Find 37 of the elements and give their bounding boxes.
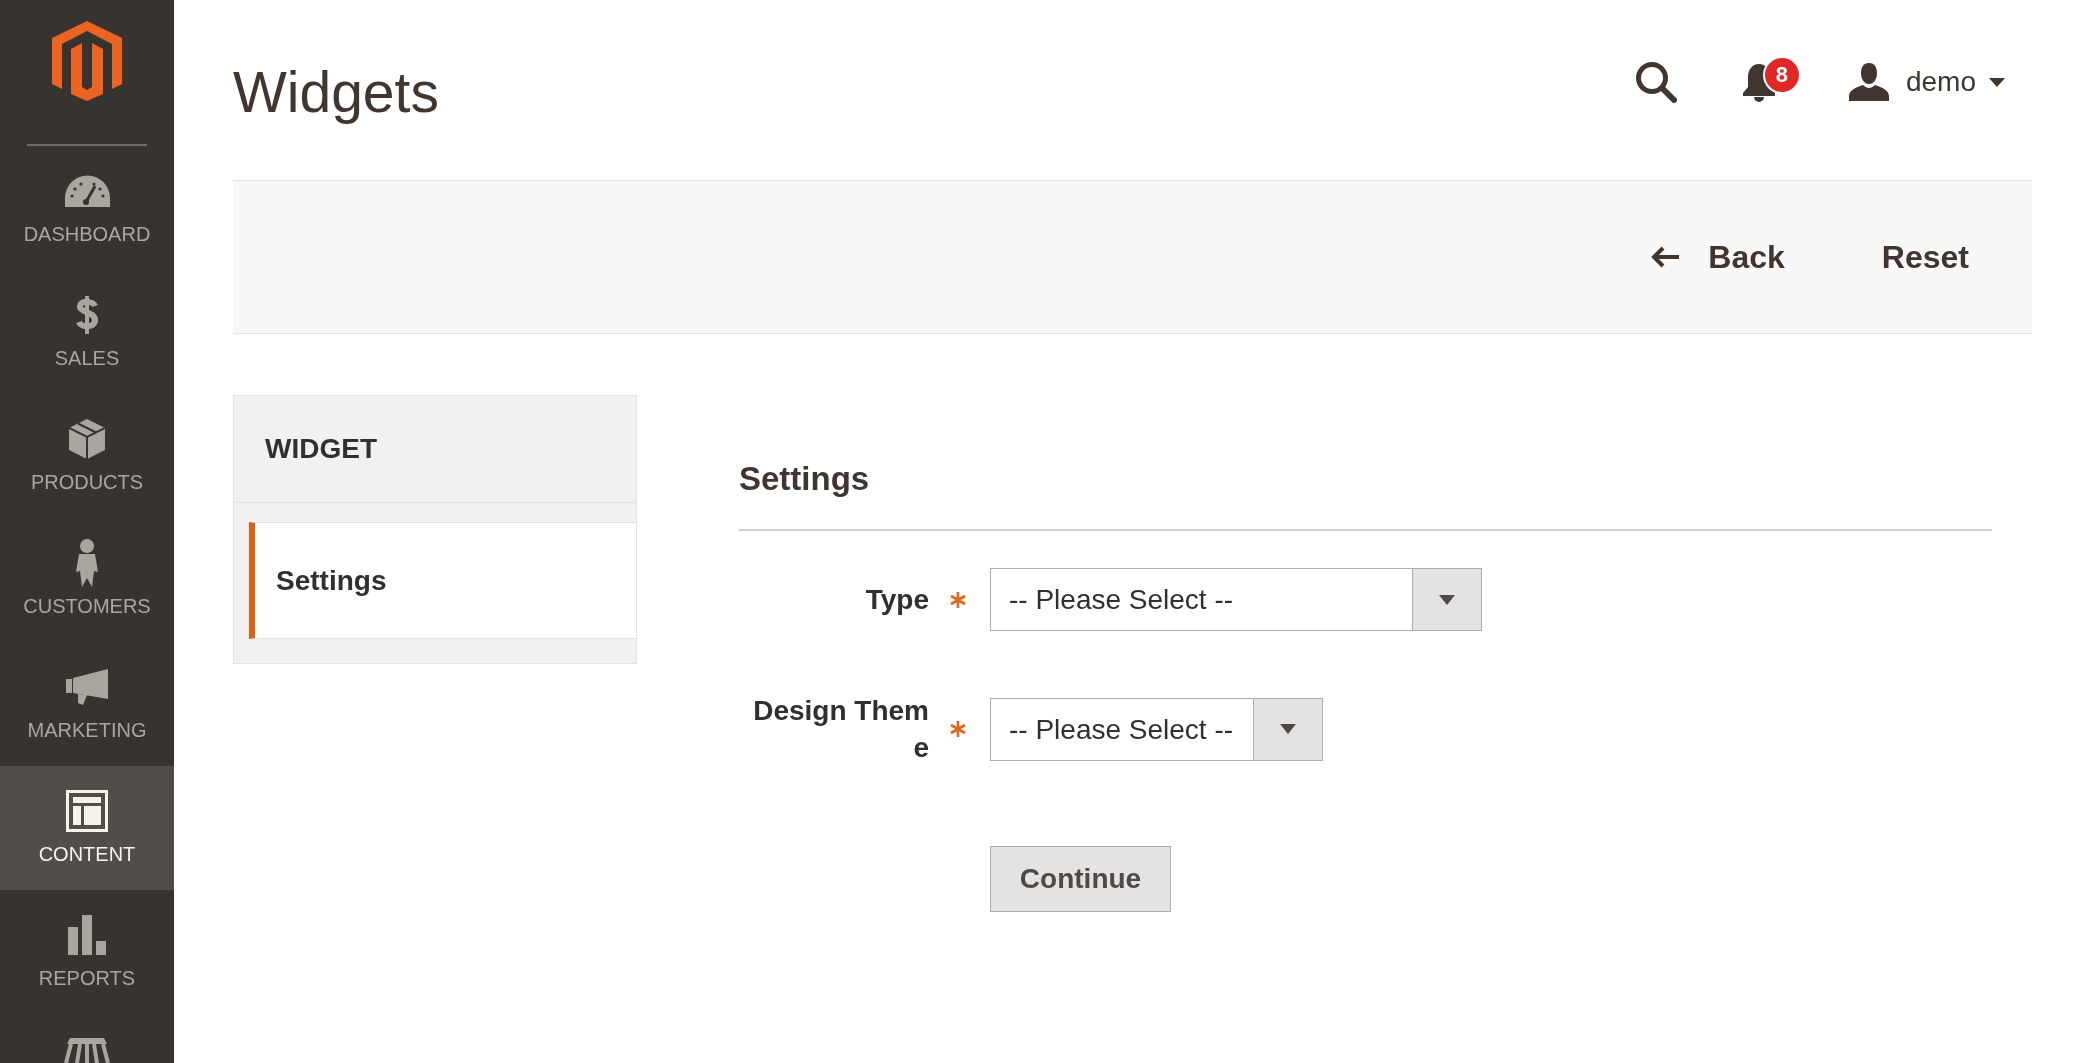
dollar-icon bbox=[75, 295, 99, 335]
sidebar-item[interactable]: PRODUCTS bbox=[0, 394, 174, 518]
notification-badge: 8 bbox=[1764, 58, 1799, 92]
nav-title: WIDGET bbox=[265, 433, 377, 465]
page-title: Widgets bbox=[233, 58, 439, 126]
arrow-left-icon bbox=[1650, 245, 1681, 269]
sidebar-item[interactable]: SALES bbox=[0, 270, 174, 394]
dropdown-toggle[interactable] bbox=[1412, 569, 1481, 630]
user-menu-button[interactable]: demo bbox=[1848, 63, 2005, 101]
awning-icon bbox=[63, 1038, 111, 1063]
caret-icon bbox=[1280, 724, 1296, 734]
gauge-icon bbox=[64, 175, 110, 207]
sidebar-item[interactable]: MARKETING bbox=[0, 642, 174, 766]
select-field[interactable]: -- Please Select -- bbox=[990, 568, 1482, 631]
reset-button[interactable]: Reset bbox=[1881, 237, 1969, 277]
layout-icon bbox=[66, 790, 108, 832]
megaphone-icon bbox=[66, 669, 108, 705]
field-label: Design Theme bbox=[752, 694, 929, 765]
search-icon[interactable] bbox=[1634, 61, 1677, 103]
sidebar-item[interactable]: REPORTS bbox=[0, 890, 174, 1014]
continue-button[interactable]: Continue bbox=[990, 846, 1171, 912]
sidebar-item[interactable]: CUSTOMERS bbox=[0, 518, 174, 642]
caret-icon bbox=[1989, 77, 2005, 87]
sidebar-item[interactable]: DASHBOARD bbox=[0, 146, 174, 270]
sidebar-item[interactable]: CONTENT bbox=[0, 766, 174, 890]
caret-icon bbox=[1439, 594, 1455, 605]
select-field[interactable]: -- Please Select -- bbox=[990, 697, 1323, 761]
dropdown-toggle[interactable] bbox=[1253, 698, 1322, 760]
section-title: Settings bbox=[739, 460, 870, 497]
bar-chart-icon bbox=[68, 915, 106, 955]
box-icon bbox=[69, 419, 105, 459]
back-button[interactable]: Back bbox=[1650, 237, 1785, 277]
user-icon bbox=[1848, 63, 1889, 101]
logo-icon[interactable] bbox=[52, 21, 122, 101]
nav-item[interactable]: Settings bbox=[249, 522, 636, 639]
person-icon bbox=[76, 539, 98, 587]
field-label: Type bbox=[865, 583, 929, 617]
